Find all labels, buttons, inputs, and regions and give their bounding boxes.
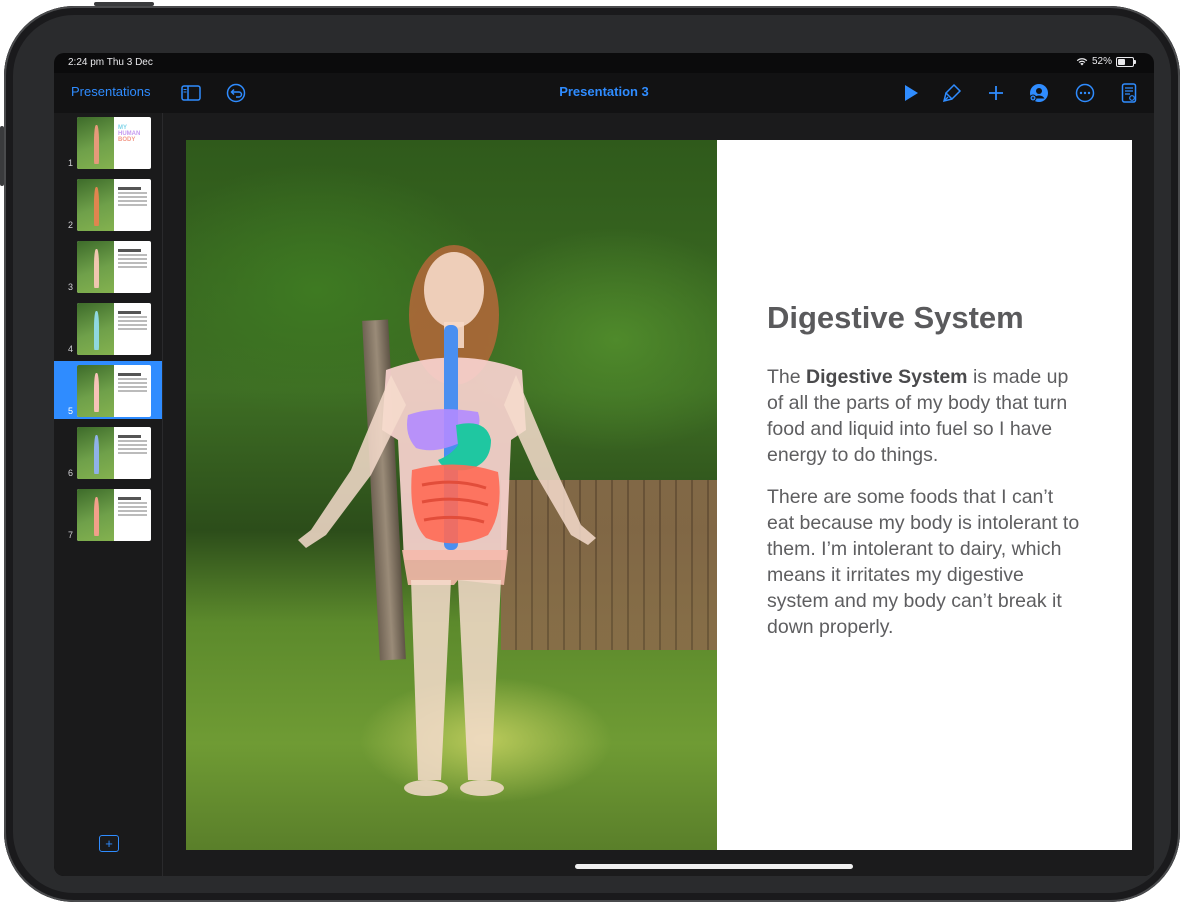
format-brush-icon[interactable] [940,81,964,105]
more-icon[interactable] [1073,81,1097,105]
slide-title[interactable]: Digestive System [767,300,1082,336]
slide-paragraph-1[interactable]: The Digestive System is made up of all t… [767,364,1082,468]
slide-number: 1 [68,158,74,168]
slide-thumbnail-7[interactable]: 7 [54,485,162,543]
slide-number: 6 [68,468,74,478]
undo-icon[interactable] [224,81,248,105]
status-bar: 2:24 pm Thu 3 Dec 52% [54,53,1154,71]
status-time: 2:24 pm Thu 3 Dec [68,57,153,68]
plus-icon[interactable] [984,81,1008,105]
slide-photo[interactable] [186,140,717,850]
battery-icon [1116,56,1136,67]
slide-navigator: 1 MY HUMAN BODY 2 3 4 5 6 7 + [54,113,163,876]
current-slide[interactable]: Digestive System The Digestive System is… [186,140,1132,850]
slide-number: 5 [68,406,74,416]
slide-thumbnail-4[interactable]: 4 [54,299,162,357]
slide-number: 2 [68,220,74,230]
volume-button [0,126,4,186]
ipad-device-frame: 2:24 pm Thu 3 Dec 52% Presentations Pres… [0,2,1180,902]
paragraph-bold-text: Digestive System [806,366,968,388]
slide-thumbnail-1[interactable]: 1 MY HUMAN BODY [54,113,162,171]
sidebar-toggle-icon[interactable] [179,81,203,105]
slide-number: 4 [68,344,74,354]
slide-thumbnail-3[interactable]: 3 [54,237,162,295]
slide-number: 7 [68,530,74,540]
slide-text-panel[interactable]: Digestive System The Digestive System is… [717,140,1132,850]
slide-canvas: Digestive System The Digestive System is… [163,113,1154,876]
slide-number: 3 [68,282,74,292]
add-slide-button[interactable]: + [99,835,119,852]
slide-thumbnail-2[interactable]: 2 [54,175,162,233]
slide-thumbnail-6[interactable]: 6 [54,423,162,481]
human-body-illustration [298,245,596,796]
home-indicator[interactable] [575,864,853,869]
toolbar: Presentations Presentation 3 [54,73,1154,113]
battery-percent: 52% [1091,56,1112,67]
top-button [94,2,154,6]
wifi-icon [1076,58,1088,66]
document-icon[interactable] [1117,81,1141,105]
slide-thumbnail-5[interactable]: 5 [54,361,162,419]
play-icon[interactable] [899,81,923,105]
collaborate-icon[interactable] [1027,81,1051,105]
screen: 2:24 pm Thu 3 Dec 52% Presentations Pres… [54,53,1154,876]
paragraph-text: The [767,366,807,388]
presentations-back-button[interactable]: Presentations [71,84,151,99]
plus-square-icon: + [105,836,113,851]
slide-paragraph-2[interactable]: There are some foods that I can’t eat be… [767,484,1082,640]
